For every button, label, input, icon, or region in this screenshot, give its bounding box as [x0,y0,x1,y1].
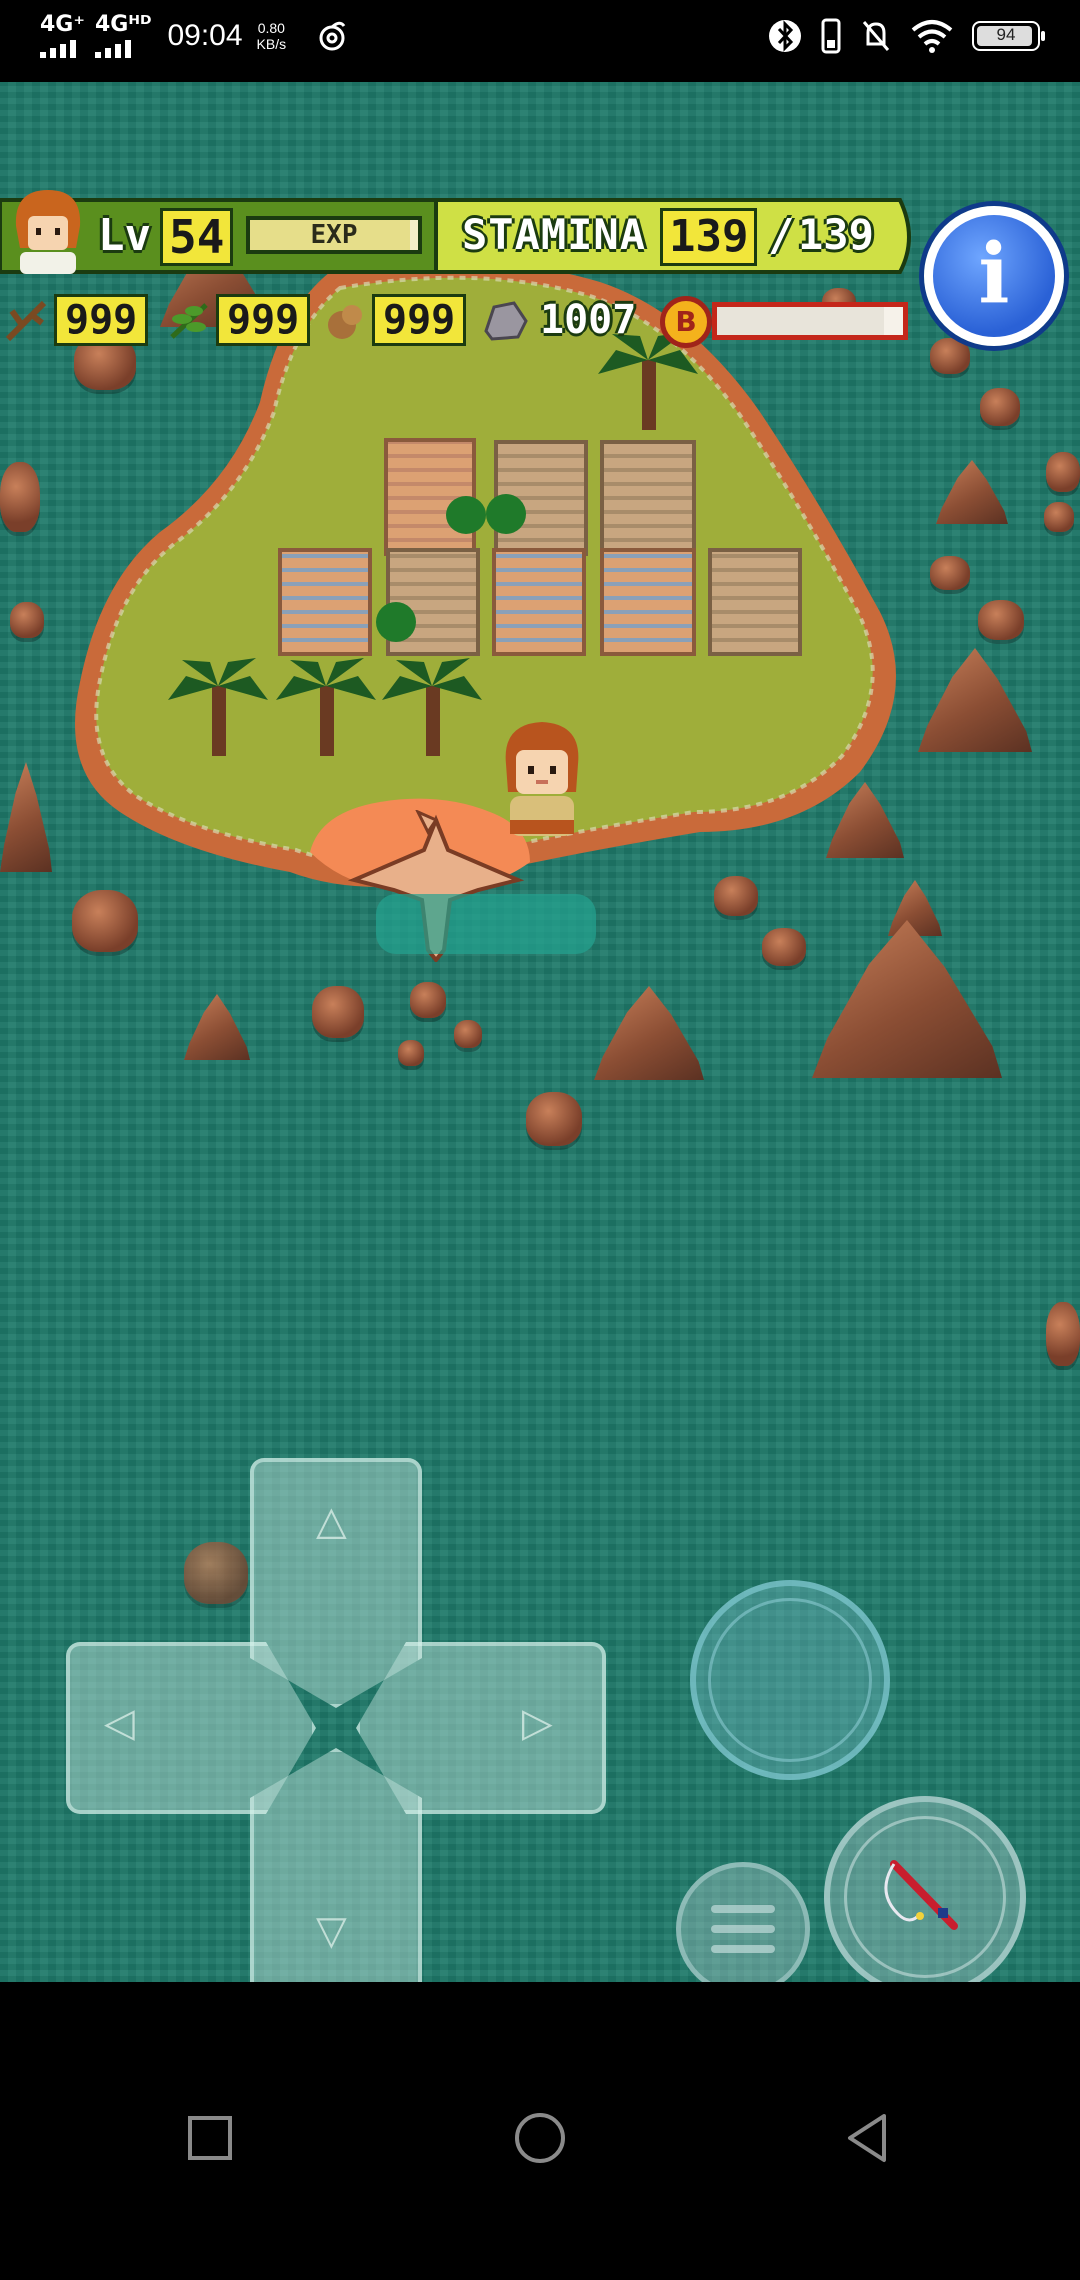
wifi-icon [911,20,953,53]
building [600,548,696,656]
sea-rock [936,460,1008,524]
building [708,548,802,656]
navigation-bar [0,1984,1080,2280]
sea-rock [930,556,970,590]
speed-value: 0.80 [257,20,285,36]
sea-rock [526,1092,582,1146]
palm-tree [382,658,482,756]
battery-percent: 94 [996,25,1016,44]
arrow-left-icon: ◁ [104,1700,135,1746]
arrow-down-icon: ▽ [316,1908,347,1954]
exp-bar: EXP [246,216,422,254]
sea-rock [1044,502,1074,532]
signal-1: 4G⁺ [40,14,85,58]
menu-button[interactable] [676,1862,810,1982]
signal-bars-2-icon [94,36,137,58]
sea-rock [398,1040,424,1066]
dpad-right-button[interactable] [356,1642,606,1814]
b-bar [712,302,908,340]
stamina-separator: / [768,210,795,261]
speed-unit: KB/s [256,36,287,52]
status-bar: 4G⁺ 4Gᴴᴰ 09:04 0.80 KB/s 94 [0,0,1080,82]
recents-button[interactable] [180,2108,240,2168]
palm-tree [168,658,268,756]
stamina-current: 139 [660,208,758,266]
nut-icon [328,305,362,339]
arrow-right-icon: ▷ [522,1700,553,1746]
resource-stone: 1007 [482,294,644,346]
tool-button[interactable] [824,1796,1026,1982]
bush [376,602,416,642]
level-label: Lv [98,210,151,261]
herb-icon [170,303,208,339]
game-world[interactable]: Lv 54 EXP STAMINA 139 / 139 999 999 999 … [0,82,1080,1982]
stone-icon [484,301,528,341]
sea-rock [978,600,1024,640]
bush [486,494,526,534]
level-value: 54 [160,208,234,266]
mute-bell-icon [862,21,890,51]
bush [446,496,486,534]
sea-rock [0,762,52,872]
phone-vibrate-icon [821,18,841,54]
stamina-label: STAMINA [462,210,647,259]
sea-rock [930,338,970,374]
sea-rock [10,602,44,638]
stamina-max: 139 [798,210,874,259]
building [600,440,696,556]
sea-rock [980,388,1020,426]
b-bar-fill [717,307,885,335]
sea-rock [918,648,1032,752]
sea-rock [1046,1302,1080,1366]
arrow-up-icon: △ [316,1498,347,1544]
network-type-2: 4Gᴴᴰ [94,12,152,37]
info-button[interactable]: i [924,206,1064,346]
bluetooth-icon [769,20,801,52]
resource-stone-value: 1007 [540,297,637,343]
exp-label: EXP [310,220,358,250]
resource-herb-value: 999 [216,294,311,346]
hotspot-swirl-icon [319,21,346,51]
signal-2: 4Gᴴᴰ [94,12,152,58]
network-speed: 0.80 KB/s [257,20,287,52]
resource-nut-value: 999 [372,294,467,346]
home-button[interactable] [510,2108,570,2168]
status-time: 09:04 [167,19,243,52]
back-button[interactable] [838,2108,898,2168]
status-right: 94 [768,18,1045,54]
sea-rock [454,1020,482,1048]
action-button[interactable] [690,1580,890,1780]
battery-icon: 94 [972,21,1045,51]
water-shadow [376,894,596,954]
b-coin-icon: B [660,296,712,348]
status-left: 4G⁺ 4Gᴴᴰ 09:04 0.80 KB/s [40,14,350,58]
branch-icon [5,300,47,342]
fishing-rod-icon [884,1860,958,1930]
resource-branch: 999 [4,294,149,346]
dpad[interactable]: △ ▽ ◁ ▷ [66,1458,606,1982]
resource-branch-value: 999 [54,294,149,346]
network-type-1: 4G⁺ [40,12,85,37]
resource-herb: 999 [166,294,311,346]
palm-tree [276,658,376,756]
building [278,548,372,656]
building [492,548,586,656]
player-avatar [15,190,81,274]
signal-bars-1-icon [40,36,82,58]
sea-rock [1046,452,1080,492]
sea-rock [0,462,40,532]
resource-nut: 999 [322,294,467,346]
